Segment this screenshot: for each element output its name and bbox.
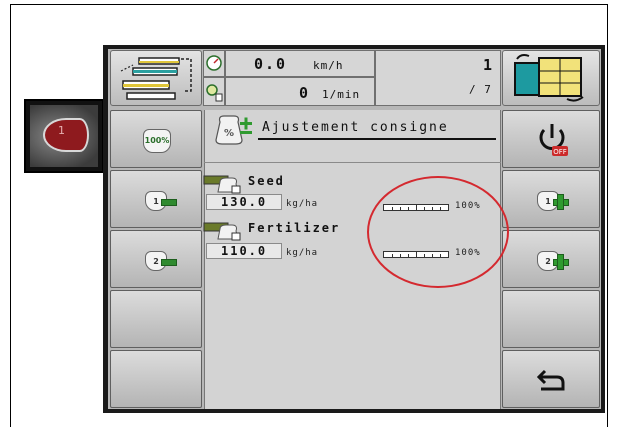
seed-product-icon (203, 175, 241, 194)
plus-icon-vertical (557, 194, 564, 210)
rpm-value: 0 (299, 84, 311, 102)
left-empty-button-4[interactable] (110, 290, 202, 348)
page-counter: 1 / 7 (375, 50, 501, 106)
physical-button-1[interactable]: 1 (24, 99, 104, 173)
rpm-display: 0 1/min (225, 77, 375, 106)
product-bag-icon: 100% (143, 129, 171, 153)
right-empty-button-4[interactable] (502, 290, 600, 348)
product-1-rate: 130.0 (221, 195, 268, 209)
increase-product-2-button[interactable]: 2 (502, 230, 600, 288)
minus-icon (161, 199, 177, 206)
decrease-product-1-button[interactable]: 1 (110, 170, 202, 228)
power-off-button[interactable]: OFF (502, 110, 600, 168)
panel-title: Ajustement consigne (262, 120, 449, 135)
product-2-unit: kg/ha (286, 248, 319, 258)
power-off-icon: OFF (539, 124, 568, 156)
title-underline (258, 138, 496, 140)
increase-product-1-button[interactable]: 1 (502, 170, 600, 228)
svg-text:OFF: OFF (553, 148, 567, 156)
minus-icon (161, 259, 177, 266)
rpm-icon-cell (203, 77, 225, 106)
speed-value: 0.0 (254, 55, 288, 73)
section-control-icon (514, 54, 584, 102)
svg-text:%: % (224, 128, 234, 139)
page-current: 1 (483, 56, 495, 74)
back-arrow-icon (537, 369, 565, 391)
rpm-unit: 1/min (322, 88, 361, 101)
plus-icon-vertical (557, 254, 564, 270)
product-2-rate: 110.0 (221, 244, 268, 258)
bag-percent-icon: % (215, 115, 252, 145)
rpm-sensor-icon (206, 84, 223, 102)
all-100-label: 100% (144, 136, 170, 145)
seeder-machine-icon (120, 57, 192, 100)
panel-separator (204, 162, 501, 163)
speed-display: 0.0 km/h (225, 50, 375, 77)
product-1-unit: kg/ha (286, 199, 319, 209)
product-1-name: Seed (248, 174, 285, 188)
decrease-product-2-button[interactable]: 2 (110, 230, 202, 288)
section-view-button[interactable] (502, 50, 600, 106)
physical-button-face: 1 (30, 105, 98, 167)
product-2-rate-box: 110.0 (206, 243, 282, 259)
speed-unit: km/h (313, 59, 344, 72)
all-products-100-button[interactable]: 100% (110, 110, 202, 168)
back-button[interactable] (502, 350, 600, 408)
fertilizer-product-icon (203, 222, 241, 241)
speedometer-icon (206, 55, 222, 71)
left-empty-button-5[interactable] (110, 350, 202, 408)
page-total: / 7 (469, 83, 492, 96)
red-button-icon (43, 118, 89, 152)
highlight-annotation-oval (367, 176, 509, 288)
speedometer-cell (203, 50, 225, 77)
product-2-name: Fertilizer (248, 221, 341, 235)
physical-button-number: 1 (58, 124, 65, 137)
product-1-rate-box: 130.0 (206, 194, 282, 210)
machine-overview-button[interactable] (110, 50, 202, 106)
